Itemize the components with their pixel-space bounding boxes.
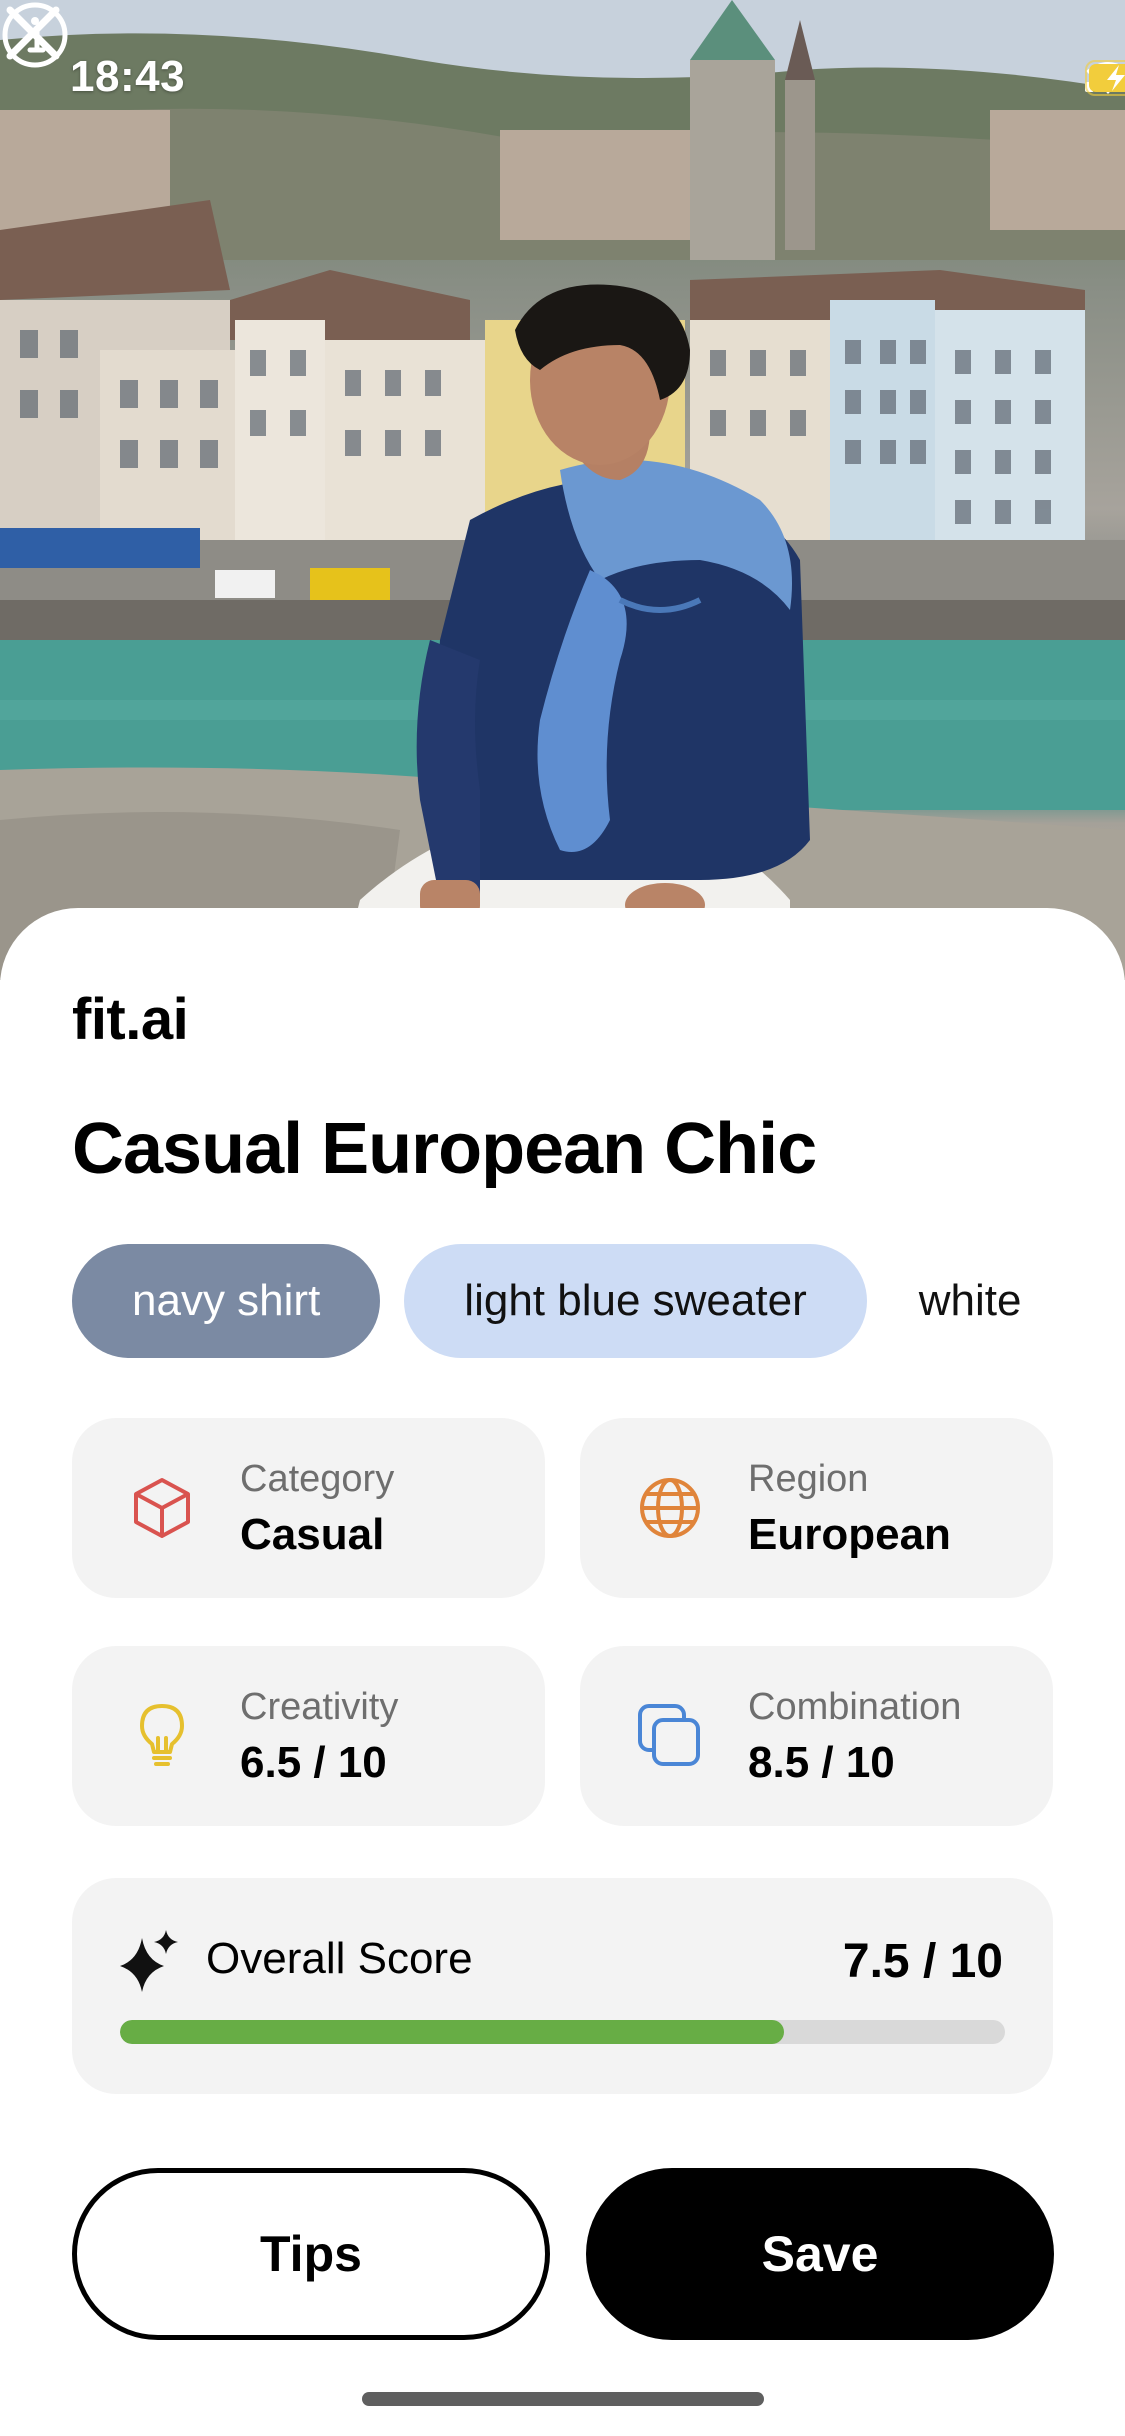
item-chip[interactable]: navy shirt — [72, 1244, 381, 1358]
outfit-photo: 18:43 — [0, 0, 1125, 980]
brand-name: fit.ai — [72, 987, 189, 1052]
metric-label: Combination — [748, 1686, 962, 1728]
sparkles-icon — [120, 1930, 178, 1992]
item-chip[interactable]: light blue sweater — [404, 1244, 867, 1358]
info-icon[interactable] — [0, 0, 70, 70]
metric-label: Category — [240, 1458, 395, 1500]
outfit-title: Casual European Chic — [72, 1109, 817, 1189]
item-chip[interactable]: white — [890, 1244, 1082, 1358]
lightbulb-icon — [140, 1704, 184, 1766]
save-button[interactable]: Save — [586, 2168, 1054, 2340]
region-card: Region European — [580, 1418, 1053, 1598]
tips-button[interactable]: Tips — [72, 2168, 550, 2340]
creativity-card: Creativity 6.5 / 10 — [72, 1646, 545, 1826]
combination-card: Combination 8.5 / 10 — [580, 1646, 1053, 1826]
score-progress-fill — [120, 2020, 784, 2044]
metric-label: Region — [748, 1458, 869, 1500]
cube-icon — [134, 1478, 190, 1538]
home-indicator[interactable] — [362, 2392, 764, 2406]
metric-value: Casual — [240, 1510, 385, 1559]
category-card: Category Casual — [72, 1418, 545, 1598]
overall-score-label: Overall Score — [206, 1934, 473, 1983]
score-progress-track — [120, 2020, 1005, 2044]
metric-label: Creativity — [240, 1686, 399, 1728]
metric-value: 6.5 / 10 — [240, 1738, 387, 1787]
overall-score-card: Overall Score 7.5 / 10 — [72, 1878, 1053, 2094]
globe-icon — [640, 1478, 700, 1538]
photo-scene — [0, 0, 1125, 980]
metric-value: European — [748, 1510, 951, 1559]
battery-charging-icon — [1085, 60, 1125, 96]
result-sheet: fit.ai Casual European Chic navy shirt l… — [0, 908, 1125, 2436]
status-time: 18:43 — [70, 52, 186, 101]
item-chips[interactable]: navy shirt light blue sweater white — [72, 1244, 1125, 1360]
metric-value: 8.5 / 10 — [748, 1738, 895, 1787]
overall-score-value: 7.5 / 10 — [842, 1935, 1003, 1988]
squares-stack-icon — [638, 1704, 700, 1766]
